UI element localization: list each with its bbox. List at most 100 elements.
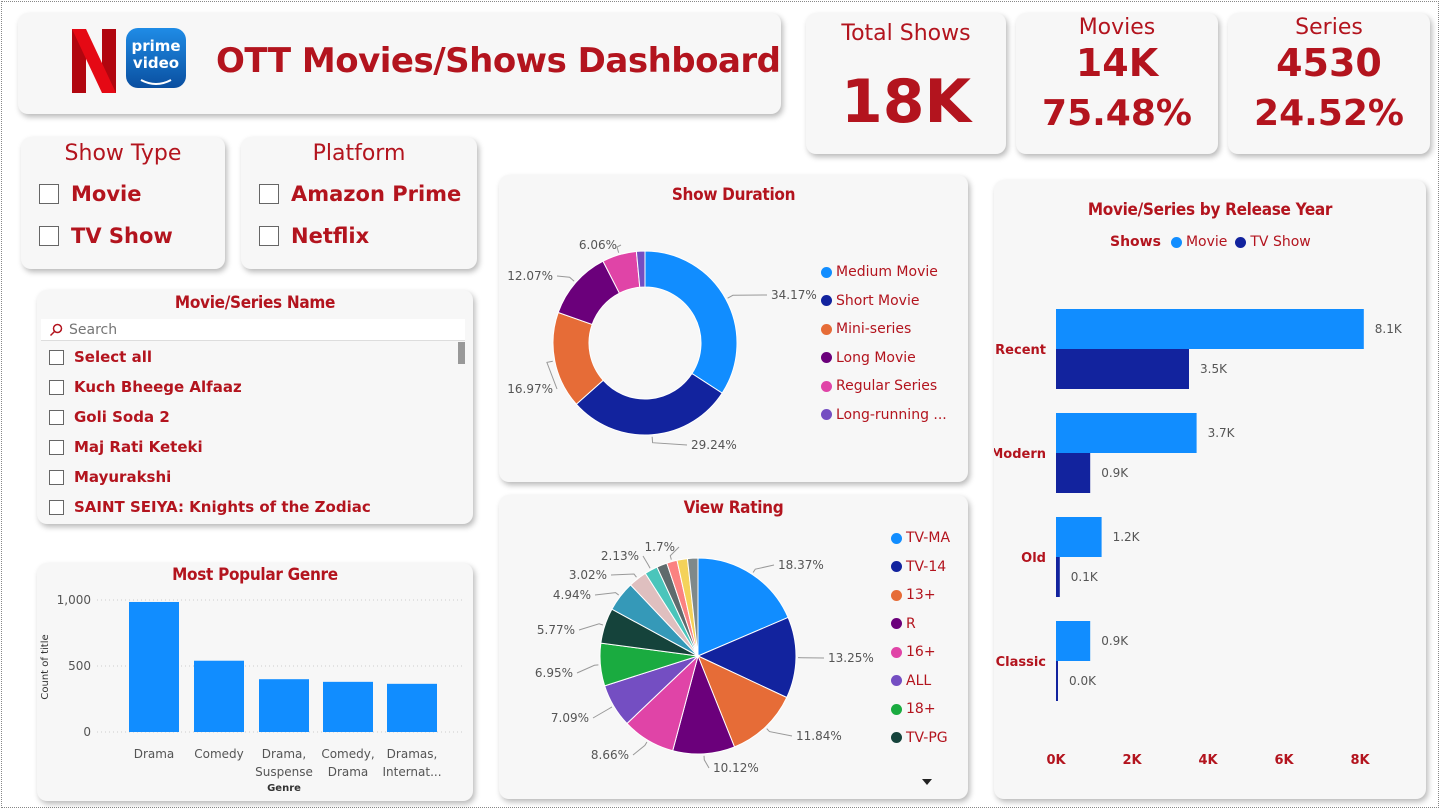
- data-label: 29.24%: [691, 438, 737, 452]
- name-list-item[interactable]: Maj Rati Keteki: [49, 438, 203, 456]
- legend-label: Short Movie: [836, 292, 920, 309]
- name-list-item[interactable]: SAINT SEIYA: Knights of the Zodiac: [49, 498, 371, 516]
- legend-dot: [821, 380, 832, 392]
- show-duration-card: Show Duration 34.17% 29.24% 16.97% 12.07% 6.…: [499, 175, 968, 482]
- legend-label: R: [906, 615, 916, 632]
- movies-pct: 75.48%: [1042, 93, 1192, 134]
- name-list-item[interactable]: Kuch Bheege Alfaaz: [49, 378, 242, 396]
- data-label: 2.13%: [601, 549, 639, 563]
- x-tick-label: Drama: [134, 747, 175, 761]
- view-rating-chart: 18.37% 13.25% 11.84% 10.12% 8.66% 7.09% 6.95% 5…: [535, 540, 874, 775]
- legend-dot: [891, 732, 902, 743]
- search-box[interactable]: [41, 319, 465, 341]
- checkbox[interactable]: [49, 349, 64, 365]
- show-type-option-movie[interactable]: Movie: [39, 182, 141, 206]
- leader-line: [576, 664, 599, 674]
- legend-dot: [891, 589, 902, 601]
- name-list-item[interactable]: Goli Soda 2: [49, 408, 170, 426]
- checkbox[interactable]: [39, 184, 59, 204]
- leader-line: [592, 706, 613, 719]
- legend-item[interactable]: TV-MA: [891, 530, 950, 546]
- legend-dot: [891, 532, 902, 544]
- checkbox[interactable]: [49, 469, 64, 485]
- search-icon: [49, 323, 63, 336]
- checkbox[interactable]: [49, 379, 64, 395]
- checkbox[interactable]: [49, 439, 64, 455]
- slice-medium-movie: [644, 250, 738, 394]
- legend-item[interactable]: Short Movie: [821, 293, 919, 309]
- leader-line: [703, 755, 710, 769]
- select-all-item[interactable]: Select all: [49, 348, 152, 366]
- bar-tv-show: [1056, 661, 1058, 701]
- data-label: 3.7K: [1208, 426, 1236, 440]
- data-label: 6.06%: [579, 238, 617, 252]
- legend-item[interactable]: TV-14: [891, 559, 946, 575]
- show-type-option-tv-show[interactable]: TV Show: [39, 224, 173, 248]
- legend-label: TV-PG: [906, 729, 948, 746]
- name-list-item[interactable]: Mayurakshi: [49, 468, 171, 486]
- movies-label: Movies: [1078, 15, 1156, 40]
- header-card: prime video OTT Movies/Shows Dashboard: [18, 13, 781, 114]
- legend-dot: [891, 618, 902, 629]
- data-label: 1.7%: [645, 540, 676, 554]
- legend-item[interactable]: Long-running ...: [821, 407, 947, 423]
- legend-dot: [821, 323, 832, 335]
- leader-line: [594, 592, 620, 596]
- data-label: 34.17%: [771, 288, 817, 302]
- scrollbar[interactable]: [458, 342, 465, 364]
- y-tick-label: 0: [83, 725, 91, 739]
- legend-item[interactable]: Long Movie: [821, 350, 916, 366]
- platform-option-netflix[interactable]: Netflix: [259, 224, 369, 248]
- legend-label: TV-MA: [906, 530, 951, 546]
- legend-item[interactable]: TV-PG: [891, 730, 948, 746]
- legend-item[interactable]: Medium Movie: [821, 264, 938, 280]
- x-tick-label: Internat...: [382, 765, 441, 779]
- leader-line: [610, 573, 637, 578]
- data-label: 0.9K: [1101, 466, 1129, 480]
- data-label: 13.25%: [828, 651, 874, 665]
- legend-label: Long Movie: [836, 349, 916, 366]
- prime-smile-icon: [140, 79, 172, 85]
- x-tick-label: Drama,: [262, 747, 306, 761]
- checkbox[interactable]: [39, 226, 59, 246]
- x-tick-label: 2K: [1122, 753, 1142, 768]
- legend-scroll-down-icon[interactable]: [921, 778, 933, 786]
- movies-card: Movies 14K 75.48%: [1016, 13, 1218, 154]
- legend-label: 16+: [906, 644, 936, 660]
- total-shows-value: 18K: [841, 67, 971, 137]
- x-tick-label: 8K: [1350, 753, 1370, 768]
- leader-line: [651, 436, 688, 446]
- view-rating-card: View Rating 18.37% 13.25% 11.84% 10.12% 8.66…: [499, 495, 968, 799]
- legend-item[interactable]: Mini-series: [821, 321, 911, 337]
- legend-item[interactable]: R: [891, 616, 916, 632]
- data-label: 5.77%: [537, 623, 575, 637]
- bar: [323, 681, 373, 732]
- option-label: Movie: [71, 182, 142, 206]
- platform-option-amazon-prime[interactable]: Amazon Prime: [259, 182, 461, 206]
- checkbox[interactable]: [49, 499, 64, 515]
- leader-line: [752, 564, 775, 573]
- checkbox[interactable]: [259, 226, 279, 246]
- data-label: 0.1K: [1071, 570, 1099, 584]
- legend-item[interactable]: ALL: [891, 673, 931, 689]
- total-shows-label: Total Shows: [841, 21, 971, 46]
- data-label: 10.12%: [713, 761, 759, 775]
- legend-label: 18+: [906, 701, 936, 717]
- bar-tv-show: [1056, 349, 1189, 389]
- legend-dot: [891, 646, 902, 658]
- leader-line: [642, 555, 651, 569]
- name-slicer-title: Movie/Series Name: [174, 293, 336, 313]
- checkbox[interactable]: [259, 184, 279, 204]
- legend-item[interactable]: 18+: [891, 701, 936, 717]
- legend-item[interactable]: 16+: [891, 644, 936, 660]
- series-value: 4530: [1276, 41, 1382, 85]
- legend-item[interactable]: Regular Series: [821, 378, 937, 394]
- x-tick-label: 4K: [1198, 753, 1218, 768]
- legend-dot: [821, 409, 832, 420]
- legend-item[interactable]: 13+: [891, 587, 936, 603]
- release-year-chart: Recent 8.1K 3.5K Modern 3.7K 0.9K Old 1.2K 0.1K C…: [994, 309, 1403, 768]
- search-input[interactable]: [69, 321, 449, 338]
- data-label: 11.84%: [796, 729, 842, 743]
- checkbox[interactable]: [49, 409, 64, 425]
- legend-dot: [891, 703, 902, 715]
